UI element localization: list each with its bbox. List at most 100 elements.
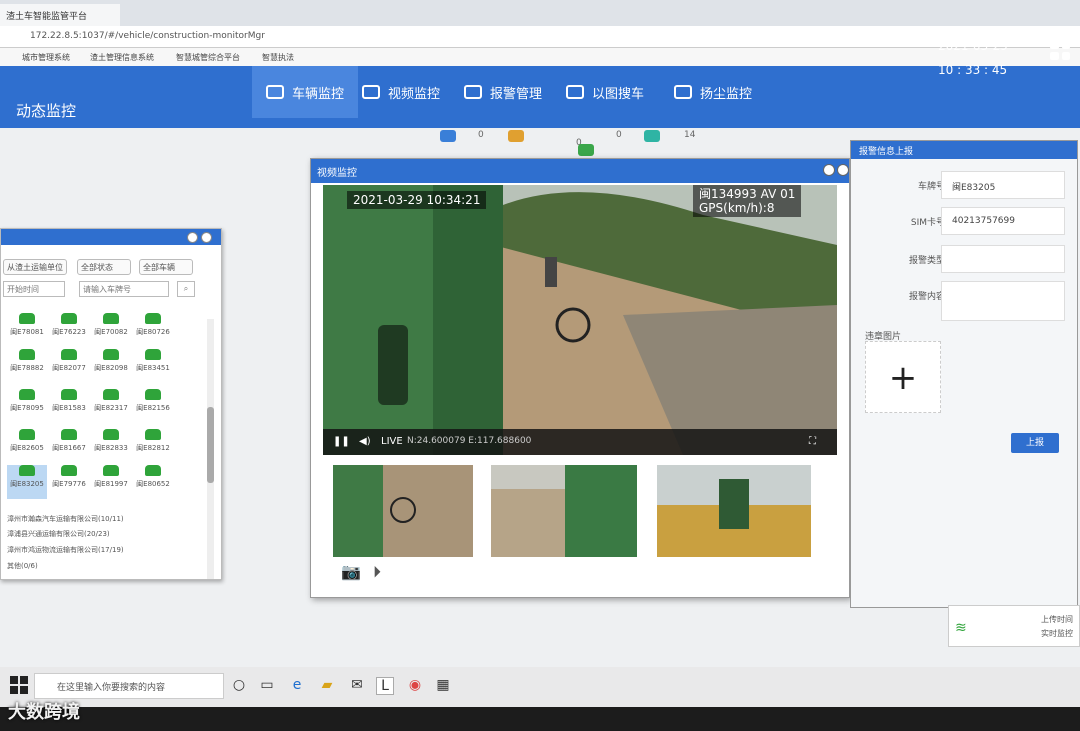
- vehicle-plate: 闽E80652: [136, 480, 170, 488]
- vehicle-item[interactable]: 闽E83205: [7, 465, 47, 499]
- vehicle-item[interactable]: 闽E81997: [91, 465, 131, 499]
- nav-image-search[interactable]: 以图搜车: [552, 66, 658, 118]
- overlay-plate: 闽134993 AV 01: [699, 187, 796, 201]
- bookmark-item[interactable]: 城市管理系统: [22, 52, 70, 63]
- browser-tab[interactable]: 渣土车智能监管平台: [0, 4, 120, 26]
- nav-vehicle-monitor[interactable]: 车辆监控: [252, 66, 359, 118]
- main-video-feed[interactable]: 2021-03-29 10:34:21 闽134993 AV 01 GPS(km…: [323, 185, 837, 455]
- apps-grid-icon[interactable]: [1050, 40, 1070, 60]
- address-text: 172.22.8.5:1037/#/vehicle/construction-m…: [30, 31, 265, 41]
- vehicle-item[interactable]: 闽E76223: [49, 313, 89, 347]
- header-datetime: 2021-03-29 10 : 33 : 45: [938, 34, 1008, 82]
- vehicle-item[interactable]: 闽E80726: [133, 313, 173, 347]
- vehicle-item[interactable]: 闽E78095: [7, 389, 47, 423]
- edge-icon[interactable]: e: [288, 677, 306, 695]
- plate-field[interactable]: 闽E83205: [941, 171, 1065, 199]
- status-select[interactable]: 全部状态: [77, 259, 131, 275]
- live-label: LIVE: [381, 436, 403, 447]
- close-icon[interactable]: [201, 232, 212, 243]
- plate-search-input[interactable]: 请输入车牌号: [79, 281, 169, 297]
- sim-field[interactable]: 40213757699: [941, 207, 1065, 235]
- volume-icon[interactable]: ◀): [359, 436, 371, 447]
- vehicle-item[interactable]: 闽E82098: [91, 349, 131, 383]
- taskbar-search-input[interactable]: 在这里输入你要搜索的内容: [34, 673, 224, 699]
- company-select[interactable]: 从渣土运输单位: [3, 259, 67, 275]
- tree-company-row[interactable]: 其他(0/6): [7, 561, 207, 571]
- panel-scrollbar[interactable]: [207, 319, 214, 579]
- task-view-icon[interactable]: ▭: [258, 677, 276, 695]
- bookmark-item[interactable]: 智慧执法: [262, 52, 294, 63]
- close-icon[interactable]: [837, 164, 849, 176]
- vehicle-plate: 闽E83205: [10, 480, 44, 488]
- minimize-icon[interactable]: [187, 232, 198, 243]
- alarm-content-field[interactable]: [941, 281, 1065, 321]
- app-icon[interactable]: ▦: [434, 677, 452, 695]
- vehicle-item[interactable]: 闽E82317: [91, 389, 131, 423]
- thumbnail-scene: [657, 465, 811, 557]
- tree-company-row[interactable]: 漳州市瀚森汽车运输有限公司(10/11): [7, 514, 207, 524]
- vehicle-item[interactable]: 闽E78882: [7, 349, 47, 383]
- vehicle-item[interactable]: 闽E82833: [91, 429, 131, 463]
- count-value: 0: [478, 130, 484, 140]
- type-select[interactable]: 全部车辆: [139, 259, 193, 275]
- vehicle-item[interactable]: 闽E80652: [133, 465, 173, 499]
- chrome-icon[interactable]: ◉: [406, 677, 424, 695]
- alarm-report-panel: 报警信息上报 车牌号 闽E83205 SIM卡号 40213757699 报警类…: [850, 140, 1078, 608]
- upload-button[interactable]: 上报: [1011, 433, 1059, 453]
- vehicle-item[interactable]: 闽E82812: [133, 429, 173, 463]
- mail-icon[interactable]: ✉: [348, 677, 366, 695]
- browser-tab-title: 渣土车智能监管平台: [6, 12, 88, 22]
- cortana-icon[interactable]: ○: [230, 677, 248, 695]
- camera-thumbnail[interactable]: [333, 465, 473, 557]
- watermark-logo: 大数跨境: [8, 702, 80, 723]
- vehicle-item[interactable]: 闽E81667: [49, 429, 89, 463]
- time-input[interactable]: 开始时间: [3, 281, 65, 297]
- camera-icon[interactable]: 📷: [341, 562, 361, 582]
- vehicle-item[interactable]: 闽E83451: [133, 349, 173, 383]
- vehicle-plate: 闽E78095: [10, 404, 44, 412]
- nav-video-monitor[interactable]: 视频监控: [348, 66, 454, 118]
- playback-icon[interactable]: ⏵: [373, 562, 393, 582]
- vehicle-item[interactable]: 闽E82156: [133, 389, 173, 423]
- truck-icon: [145, 313, 161, 324]
- camera-thumbnail[interactable]: [491, 465, 637, 557]
- truck-icon: [61, 465, 77, 476]
- truck-icon: [103, 389, 119, 400]
- pause-icon[interactable]: ❚❚: [333, 436, 350, 447]
- vehicle-item[interactable]: 闽E79776: [49, 465, 89, 499]
- camera-thumbnail[interactable]: [657, 465, 811, 557]
- nav-dust-monitor[interactable]: 扬尘监控: [660, 66, 766, 118]
- windows-start-icon[interactable]: [10, 676, 28, 694]
- add-photo-button[interactable]: +: [865, 341, 941, 413]
- browser-tab-strip: 渣土车智能监管平台: [0, 0, 1080, 26]
- tree-company-row[interactable]: 漳浦县兴通运输有限公司(20/23): [7, 529, 207, 539]
- file-explorer-icon[interactable]: ▰: [318, 677, 336, 695]
- alarm-type-select[interactable]: [941, 245, 1065, 273]
- truck-icon: [103, 349, 119, 360]
- vehicle-item[interactable]: 闽E82077: [49, 349, 89, 383]
- search-icon[interactable]: ⌕: [177, 281, 195, 297]
- vehicle-plate: 闽E81997: [94, 480, 128, 488]
- brand-title: 动态监控: [0, 96, 250, 126]
- vehicle-item[interactable]: 闽E70082: [91, 313, 131, 347]
- bookmark-item[interactable]: 渣土管理信息系统: [90, 52, 154, 63]
- video-controls: ❚❚ ◀) LIVE N:24.600079 E:117.688600 ⛶: [323, 429, 837, 455]
- address-bar[interactable]: 172.22.8.5:1037/#/vehicle/construction-m…: [0, 26, 1080, 48]
- truck-icon: [61, 389, 77, 400]
- vehicle-item[interactable]: 闽E78081: [7, 313, 47, 347]
- vehicle-plate: 闽E78882: [10, 364, 44, 372]
- tree-company-row[interactable]: 漳州市鸿运物流运输有限公司(17/19): [7, 545, 207, 555]
- truck-icon: [145, 429, 161, 440]
- screen: 渣土车智能监管平台 172.22.8.5:1037/#/vehicle/cons…: [0, 0, 1080, 731]
- vehicle-item[interactable]: 闽E82605: [7, 429, 47, 463]
- notification-card[interactable]: ≋ 上传时间 实时监控: [948, 605, 1080, 647]
- fullscreen-icon[interactable]: ⛶: [809, 436, 816, 447]
- vehicle-item[interactable]: 闽E81583: [49, 389, 89, 423]
- nav-alarm-management[interactable]: 报警管理: [450, 66, 556, 118]
- vehicle-plate: 闽E82156: [136, 404, 170, 412]
- app-l-icon[interactable]: L: [376, 677, 394, 695]
- bookmark-item[interactable]: 智慧城管综合平台: [176, 52, 240, 63]
- vehicle-plate: 闽E78081: [10, 328, 44, 336]
- truck-icon: [19, 465, 35, 476]
- minimize-icon[interactable]: [823, 164, 835, 176]
